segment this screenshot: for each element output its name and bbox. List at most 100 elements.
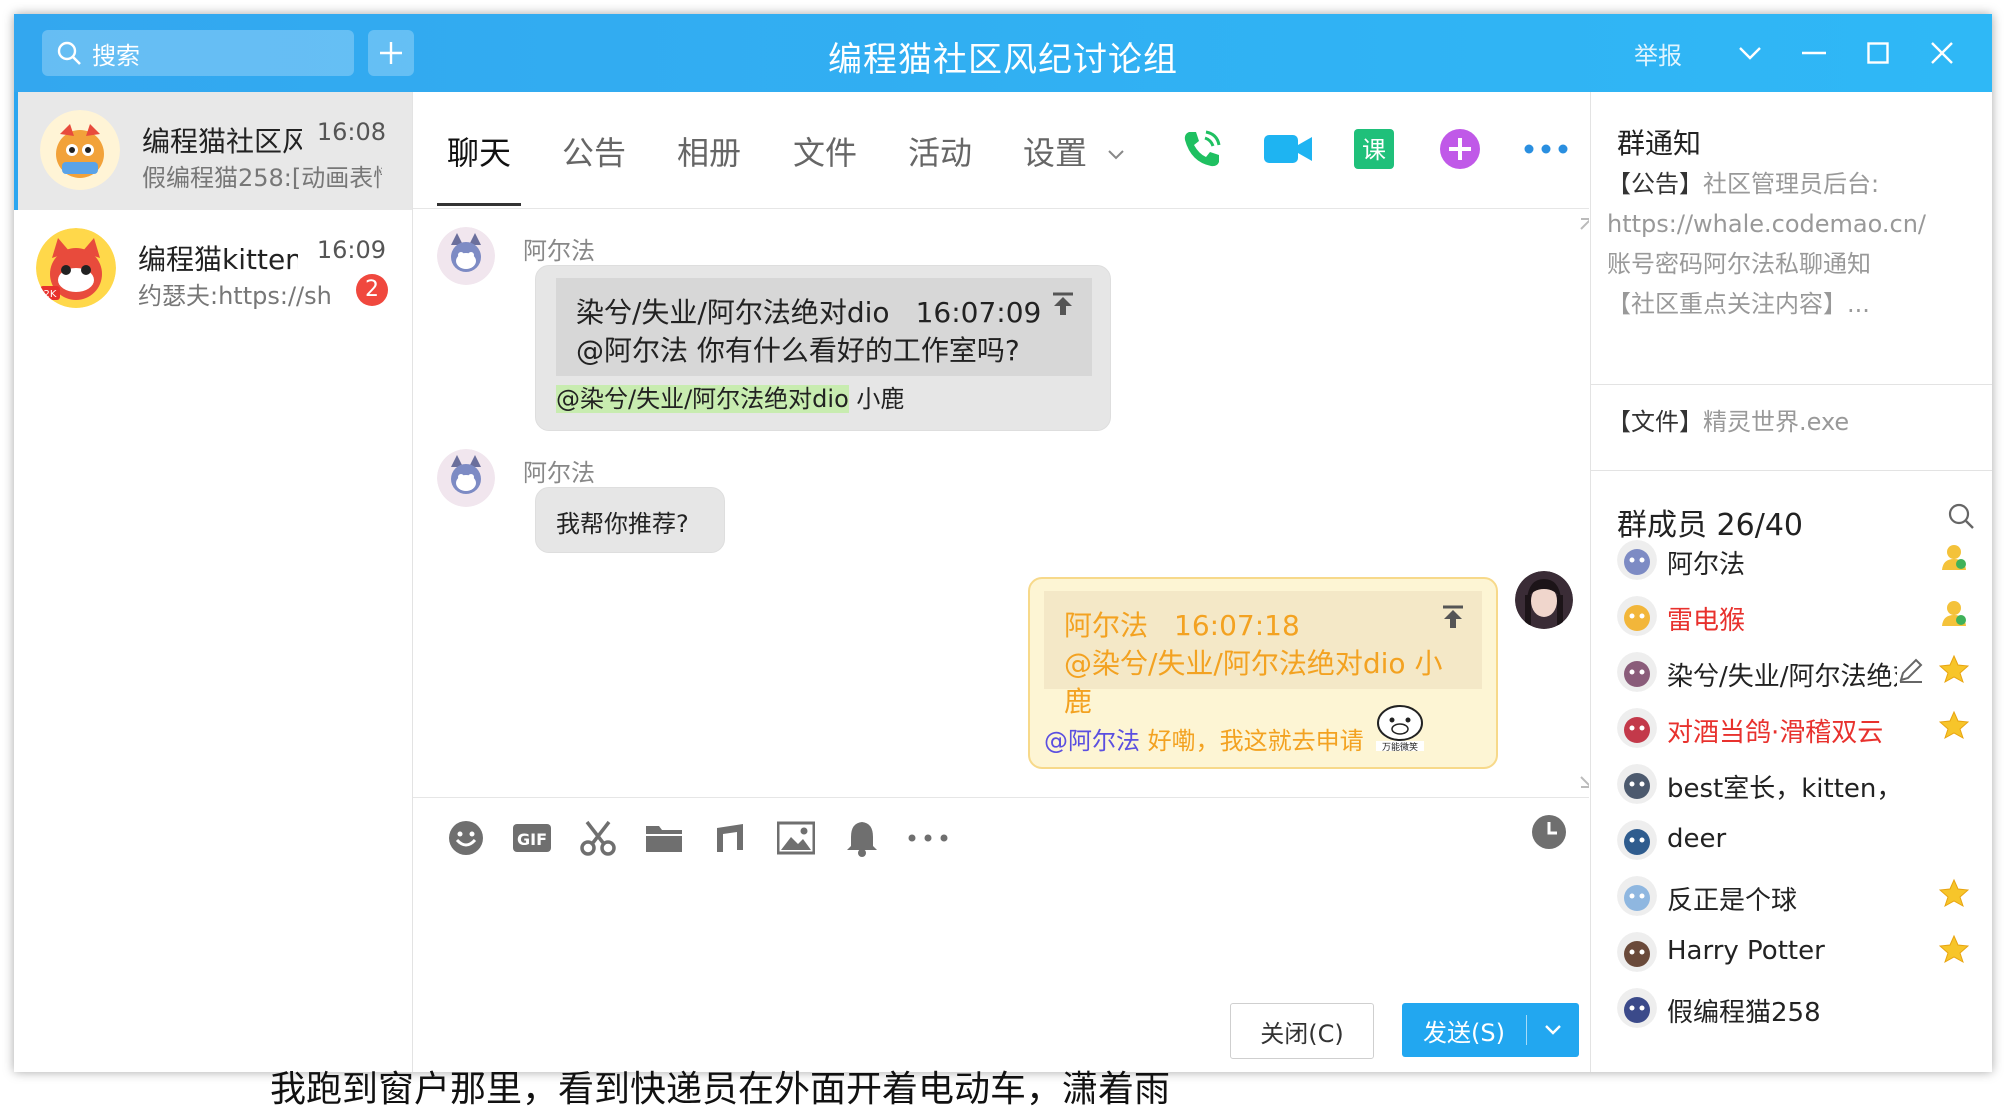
message-bubble[interactable]: 我帮你推荐? (535, 487, 725, 553)
quote-author: 染兮/失业/阿尔法绝对dio (576, 296, 890, 329)
member-name: Harry Potter (1667, 936, 1825, 966)
member-item[interactable]: 染兮/失业/阿尔法绝对dio (1617, 648, 1977, 700)
message-text: @阿尔法 好嘞，我这就去申请 (1044, 727, 1364, 755)
chevron-down-icon (1545, 1025, 1561, 1035)
sender-avatar[interactable] (437, 227, 495, 285)
group-avatar (40, 110, 120, 190)
scroll-up-icon[interactable] (1579, 217, 1589, 231)
session-item[interactable]: 编程猫社区风 16:08 假编程猫258:[动画表情 (14, 92, 412, 210)
admin-icon (1939, 598, 1969, 632)
member-item[interactable]: 雷电猴 (1617, 592, 1977, 644)
session-name: 编程猫社区风 (142, 125, 302, 158)
notify-button[interactable] (829, 810, 895, 866)
member-search-button[interactable] (1947, 502, 1975, 534)
chat-tabs: 聊天 公告 相册 文件 活动 设置 课 (413, 92, 1589, 209)
svg-text:GIF: GIF (517, 830, 547, 849)
scroll-down-icon[interactable] (1579, 775, 1589, 789)
kitten-avatar: 2K (36, 228, 116, 308)
video-call-button[interactable] (1245, 114, 1331, 184)
chevron-down-icon (1108, 150, 1124, 160)
voice-call-button[interactable] (1159, 114, 1245, 184)
session-last-message: 假编程猫258:[动画表情 (142, 164, 382, 192)
music-button[interactable] (697, 810, 763, 866)
member-name: deer (1667, 824, 1727, 854)
tab-chat[interactable]: 聊天 (447, 128, 511, 174)
group-file[interactable]: 【文件】精灵世界.exe (1607, 402, 1849, 437)
jump-to-quote-icon[interactable] (1052, 292, 1074, 316)
maximize-icon (1867, 42, 1889, 64)
tab-album[interactable]: 相册 (677, 128, 741, 174)
member-item[interactable]: 对酒当鸽·滑稽双云 (1617, 704, 1977, 756)
dropdown-button[interactable] (1718, 14, 1782, 92)
quote-text: @阿尔法 你有什么看好的工作室吗? (576, 334, 1020, 367)
member-avatar[interactable] (1617, 596, 1657, 636)
member-avatar[interactable] (1617, 540, 1657, 580)
sticker-image[interactable]: 万能微笑 (1372, 701, 1428, 753)
folder-button[interactable] (631, 810, 697, 866)
message-list[interactable]: 阿尔法 染兮/失业/阿尔法绝对dio 16:07:09 @阿尔法 你有什么看好的工… (413, 209, 1589, 797)
tab-announcement[interactable]: 公告 (562, 128, 626, 174)
image-icon (777, 821, 815, 855)
member-avatar[interactable] (1617, 932, 1657, 972)
member-item[interactable]: best室长，kitten，python， (1617, 760, 1977, 812)
quote-time: 16:07:09 (915, 296, 1042, 329)
member-avatar[interactable] (1617, 988, 1657, 1028)
music-icon (717, 824, 743, 852)
folder-icon (646, 826, 682, 852)
member-item[interactable]: 反正是个球 (1617, 872, 1977, 924)
member-avatar[interactable] (1617, 876, 1657, 916)
background-text: 我跑到窗户那里，看到快递员在外面开着电动车，潇着雨 (270, 1069, 1171, 1110)
member-avatar[interactable] (1617, 820, 1657, 860)
member-avatar[interactable] (1617, 708, 1657, 748)
tab-files[interactable]: 文件 (793, 128, 857, 174)
chat-window: 搜索 编程猫社区风纪讨论组 举报 编程猫社区风 16:08 假编程猫258:[动… (14, 14, 1992, 1072)
more-tools-button[interactable] (895, 810, 961, 866)
history-button[interactable] (1531, 814, 1567, 854)
member-item[interactable]: deer (1617, 816, 1977, 868)
star-icon (1938, 878, 1970, 912)
quoted-message[interactable]: 染兮/失业/阿尔法绝对dio 16:07:09 @阿尔法 你有什么看好的工作室吗? (556, 278, 1092, 376)
screenshot-button[interactable] (565, 810, 631, 866)
send-options-button[interactable] (1527, 1003, 1579, 1057)
session-item[interactable]: 2K 编程猫kitten 16:09 约瑟夫:https://sh 2 (14, 210, 412, 328)
close-window-button[interactable] (1910, 14, 1974, 92)
tab-settings[interactable]: 设置 (1023, 128, 1125, 174)
tab-settings-label: 设置 (1023, 134, 1088, 172)
more-options-button[interactable] (1503, 114, 1589, 184)
search-icon (1948, 503, 1974, 529)
edit-icon[interactable] (1897, 656, 1925, 688)
group-notice-body[interactable]: 【公告】社区管理员后台: https://whale.codemao.cn/ 账… (1607, 164, 1977, 324)
chevron-down-icon (1739, 47, 1761, 60)
member-item[interactable]: 阿尔法 (1617, 536, 1977, 588)
jump-to-quote-icon[interactable] (1442, 605, 1464, 629)
member-avatar[interactable] (1617, 652, 1657, 692)
member-avatar[interactable] (1617, 764, 1657, 804)
plus-circle-icon (1440, 129, 1480, 169)
member-name: 染兮/失业/阿尔法绝对dio (1667, 662, 1897, 692)
class-button[interactable]: 课 (1331, 114, 1417, 184)
member-name: 对酒当鸽·滑稽双云 (1667, 718, 1884, 748)
member-item[interactable]: Harry Potter (1617, 928, 1977, 980)
mention-link[interactable]: @阿尔法 (1044, 727, 1140, 755)
more-apps-button[interactable] (1417, 114, 1503, 184)
close-button[interactable]: 关闭(C) (1230, 1003, 1374, 1059)
message-bubble[interactable]: 染兮/失业/阿尔法绝对dio 16:07:09 @阿尔法 你有什么看好的工作室吗?… (535, 265, 1111, 431)
message-bubble[interactable]: 阿尔法 16:07:18 @染兮/失业/阿尔法绝对dio 小鹿 @阿尔法 好嘞，我… (1028, 577, 1498, 769)
report-button[interactable]: 举报 (1634, 36, 1682, 71)
tab-activity[interactable]: 活动 (908, 128, 972, 174)
gif-icon: GIF (513, 824, 551, 852)
star-icon (1938, 654, 1970, 688)
minimize-button[interactable] (1782, 14, 1846, 92)
member-item[interactable]: 假编程猫258 (1617, 984, 1977, 1036)
mention-highlight[interactable]: @染兮/失业/阿尔法绝对dio (556, 385, 849, 413)
gif-button[interactable]: GIF (499, 810, 565, 866)
self-avatar[interactable] (1515, 571, 1573, 629)
image-button[interactable] (763, 810, 829, 866)
quoted-message[interactable]: 阿尔法 16:07:18 @染兮/失业/阿尔法绝对dio 小鹿 (1044, 591, 1482, 718)
minimize-icon (1802, 51, 1826, 55)
title-bar: 搜索 编程猫社区风纪讨论组 举报 (14, 14, 1992, 92)
emoji-button[interactable] (433, 810, 499, 866)
maximize-button[interactable] (1846, 14, 1910, 92)
send-button[interactable]: 发送(S) (1402, 1003, 1579, 1057)
sender-avatar[interactable] (437, 449, 495, 507)
